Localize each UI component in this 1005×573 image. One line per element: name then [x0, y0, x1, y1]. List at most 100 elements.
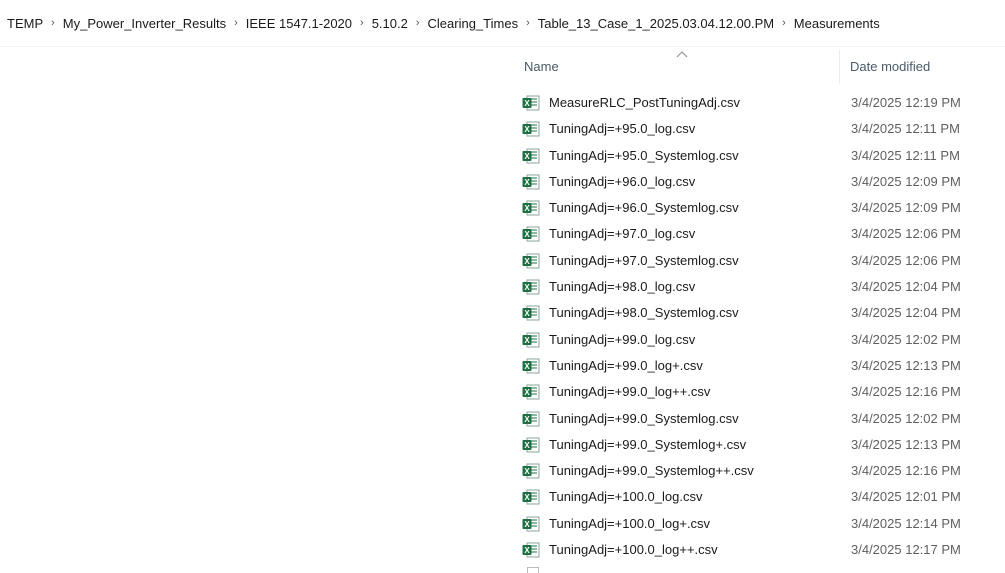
- file-name: TuningAdj=+99.0_Systemlog+.csv: [549, 436, 747, 452]
- file-row[interactable]: X TuningAdj=+99.0_Systemlog+.csv 3/4/2025 …: [505, 433, 1005, 459]
- breadcrumb-item-temp[interactable]: TEMP: [7, 16, 43, 31]
- svg-text:X: X: [524, 493, 530, 502]
- svg-text:X: X: [524, 309, 530, 318]
- chevron-right-icon[interactable]: ›: [782, 17, 786, 29]
- file-name: TuningAdj=+99.0_Systemlog.csv: [549, 410, 739, 426]
- file-name: TuningAdj=+98.0_Systemlog.csv: [549, 305, 739, 321]
- file-row[interactable]: X TuningAdj=+95.0_log.csv 3/4/2025 12:11 P…: [505, 117, 1005, 143]
- file-date-modified: 3/4/2025 12:13 PM: [851, 436, 961, 452]
- chevron-right-icon[interactable]: ›: [51, 17, 55, 29]
- file-name: TuningAdj=+97.0_log.csv: [549, 226, 696, 242]
- excel-csv-file-icon: X: [522, 384, 540, 400]
- file-date-modified: 3/4/2025 12:09 PM: [851, 200, 961, 216]
- chevron-right-icon[interactable]: ›: [360, 17, 364, 29]
- svg-text:X: X: [524, 467, 530, 476]
- breadcrumb-item-ieee[interactable]: IEEE 1547.1-2020: [246, 16, 352, 31]
- file-name: TuningAdj=+99.0_log.csv: [549, 331, 696, 347]
- file-row[interactable]: X TuningAdj=+99.0_Systemlog++.csv 3/4/2025…: [505, 459, 1005, 485]
- file-row[interactable]: X TuningAdj=+95.0_Systemlog.csv 3/4/2025 1…: [505, 144, 1005, 170]
- excel-csv-file-icon: X: [522, 463, 540, 479]
- file-name: TuningAdj=+100.0_log++.csv: [549, 542, 718, 558]
- divider: [0, 46, 1005, 47]
- svg-text:X: X: [524, 415, 530, 424]
- column-header-name[interactable]: Name: [524, 59, 559, 74]
- breadcrumb-item-results[interactable]: My_Power_Inverter_Results: [63, 16, 226, 31]
- file-row[interactable]: X TuningAdj=+99.0_log++.csv 3/4/2025 12:16…: [505, 380, 1005, 406]
- breadcrumb-item-clearing-times[interactable]: Clearing_Times: [428, 16, 519, 31]
- file-row[interactable]: X TuningAdj=+97.0_Systemlog.csv 3/4/2025 1…: [505, 249, 1005, 275]
- column-header-row: Name Date modified: [505, 50, 1005, 84]
- chevron-right-icon[interactable]: ›: [234, 17, 238, 29]
- file-row[interactable]: X TuningAdj=+98.0_Systemlog.csv 3/4/2025 1…: [505, 301, 1005, 327]
- breadcrumb-item-section[interactable]: 5.10.2: [372, 16, 408, 31]
- svg-text:X: X: [524, 204, 530, 213]
- excel-csv-file-icon: X: [522, 437, 540, 453]
- svg-text:X: X: [524, 441, 530, 450]
- excel-csv-file-icon: X: [522, 542, 540, 558]
- svg-text:X: X: [524, 336, 530, 345]
- file-row[interactable]: X TuningAdj=+100.0_log++.csv 3/4/2025 12:1…: [505, 538, 1005, 564]
- file-row[interactable]: X TuningAdj=+99.0_Systemlog.csv 3/4/2025 1…: [505, 407, 1005, 433]
- file-name: TuningAdj=+99.0_log++.csv: [549, 384, 711, 400]
- file-date-modified: 3/4/2025 12:16 PM: [851, 384, 961, 400]
- file-name: TuningAdj=+95.0_Systemlog.csv: [549, 147, 739, 163]
- file-date-modified: 3/4/2025 12:14 PM: [851, 515, 961, 531]
- excel-csv-file-icon: X: [522, 95, 540, 111]
- file-row[interactable]: X TuningAdj=+96.0_log.csv 3/4/2025 12:09 P…: [505, 170, 1005, 196]
- chevron-right-icon[interactable]: ›: [416, 17, 420, 29]
- file-row[interactable]: X TuningAdj=+100.0_log+.csv 3/4/2025 12:14…: [505, 512, 1005, 538]
- excel-csv-file-icon: X: [522, 358, 540, 374]
- svg-text:X: X: [524, 520, 530, 529]
- chevron-right-icon[interactable]: ›: [526, 17, 530, 29]
- file-date-modified: 3/4/2025 12:04 PM: [851, 305, 961, 321]
- file-date-modified: 3/4/2025 12:06 PM: [851, 252, 961, 268]
- sort-ascending-icon: [676, 51, 688, 58]
- file-date-modified: 3/4/2025 12:01 PM: [851, 489, 961, 505]
- svg-text:X: X: [524, 546, 530, 555]
- excel-csv-file-icon: X: [522, 148, 540, 164]
- excel-csv-file-icon: X: [522, 305, 540, 321]
- file-row[interactable]: X TuningAdj=+99.0_log.csv 3/4/2025 12:02 P…: [505, 328, 1005, 354]
- file-date-modified: 3/4/2025 12:17 PM: [851, 542, 961, 558]
- file-row[interactable]: X TuningAdj=+97.0_log.csv 3/4/2025 12:06 P…: [505, 222, 1005, 248]
- file-name: MeasureRLC_PostTuningAdj.csv: [549, 95, 740, 110]
- excel-csv-file-icon: X: [522, 332, 540, 348]
- excel-csv-file-icon: X: [522, 253, 540, 269]
- svg-text:X: X: [524, 388, 530, 397]
- breadcrumb-item-measurements[interactable]: Measurements: [794, 16, 880, 31]
- excel-csv-file-icon: X: [522, 174, 540, 190]
- file-name: TuningAdj=+100.0_log.csv: [549, 489, 703, 505]
- file-name: TuningAdj=+100.0_log+.csv: [549, 515, 711, 531]
- excel-csv-file-icon: X: [522, 226, 540, 242]
- svg-text:X: X: [524, 362, 530, 371]
- excel-csv-file-icon: X: [522, 516, 540, 532]
- excel-csv-file-icon: X: [522, 279, 540, 295]
- file-date-modified: 3/4/2025 12:02 PM: [851, 331, 961, 347]
- svg-text:X: X: [524, 230, 530, 239]
- column-header-date-modified[interactable]: Date modified: [850, 59, 930, 74]
- excel-csv-file-icon: X: [522, 121, 540, 137]
- file-date-modified: 3/4/2025 12:11 PM: [851, 121, 960, 137]
- file-date-modified: 3/4/2025 12:06 PM: [851, 226, 961, 242]
- column-divider[interactable]: [839, 50, 840, 84]
- file-name: TuningAdj=+96.0_Systemlog.csv: [549, 200, 739, 216]
- file-date-modified: 3/4/2025 12:02 PM: [851, 410, 961, 426]
- file-row[interactable]: X TuningAdj=+100.0_log.csv 3/4/2025 12:01 …: [505, 485, 1005, 511]
- file-name: TuningAdj=+99.0_log+.csv: [549, 357, 703, 373]
- svg-text:X: X: [524, 99, 530, 108]
- file-row[interactable]: X TuningAdj=+99.0_log+.csv 3/4/2025 12:13 …: [505, 354, 1005, 380]
- file-row[interactable]: X TuningAdj=+98.0_log.csv 3/4/2025 12:04 P…: [505, 275, 1005, 301]
- file-date-modified: 3/4/2025 12:19 PM: [851, 95, 961, 110]
- file-name: TuningAdj=+98.0_log.csv: [549, 279, 696, 295]
- file-icon: [527, 567, 539, 573]
- svg-text:X: X: [524, 152, 530, 161]
- file-name: TuningAdj=+95.0_log.csv: [549, 121, 696, 137]
- breadcrumb-item-table[interactable]: Table_13_Case_1_2025.03.04.12.00.PM: [538, 16, 774, 31]
- file-row[interactable]: X MeasureRLC_PostTuningAdj.csv 3/4/2025 12…: [505, 91, 1005, 117]
- breadcrumb: TEMP › My_Power_Inverter_Results › IEEE …: [0, 0, 1005, 46]
- excel-csv-file-icon: X: [522, 200, 540, 216]
- excel-csv-file-icon: X: [522, 489, 540, 505]
- file-date-modified: 3/4/2025 12:04 PM: [851, 279, 961, 295]
- file-row[interactable]: X TuningAdj=+96.0_Systemlog.csv 3/4/2025 1…: [505, 196, 1005, 222]
- file-date-modified: 3/4/2025 12:11 PM: [851, 147, 960, 163]
